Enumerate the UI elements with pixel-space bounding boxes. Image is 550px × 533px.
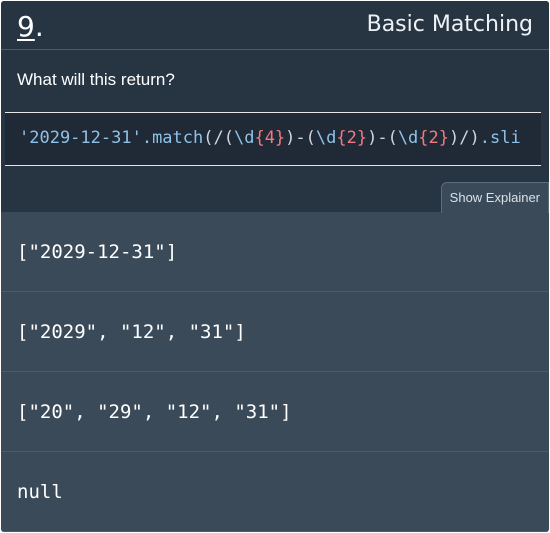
code-token: '2029-12-31' xyxy=(19,128,142,148)
answer-option-label: ["2029-12-31"] xyxy=(17,241,178,263)
code-token: )-( xyxy=(367,128,398,148)
code-token: \d xyxy=(233,128,255,148)
answer-option-label: null xyxy=(17,481,63,503)
code-token: )/) xyxy=(449,128,480,148)
question-prompt: What will this return? xyxy=(17,70,175,89)
code-token: )-( xyxy=(285,128,316,148)
code-token: {2} xyxy=(336,128,368,148)
answer-option[interactable]: ["2029", "12", "31"] xyxy=(1,292,549,372)
question-section: What will this return? '2029-12-31'.matc… xyxy=(1,50,549,213)
code-token: .sli xyxy=(479,128,521,148)
show-explainer-button[interactable]: Show Explainer xyxy=(440,182,549,213)
question-number-dot: . xyxy=(34,10,44,43)
answer-option-label: ["2029", "12", "31"] xyxy=(17,321,246,343)
code-token: (/( xyxy=(203,128,234,148)
code-line: '2029-12-31'.match(/(\d{4})-(\d{2})-(\d{… xyxy=(19,127,521,149)
code-block: '2029-12-31'.match(/(\d{4})-(\d{2})-(\d{… xyxy=(5,112,541,166)
answer-option[interactable]: ["20", "29", "12", "31"] xyxy=(1,372,549,452)
quiz-header: 9. Basic Matching xyxy=(1,1,549,50)
question-number-value: 9 xyxy=(17,10,35,43)
answer-list: ["2029-12-31"] ["2029", "12", "31"] ["20… xyxy=(1,212,549,532)
code-token: {4} xyxy=(254,128,286,148)
answer-option[interactable]: ["2029-12-31"] xyxy=(1,212,549,292)
answer-option[interactable]: null xyxy=(1,452,549,532)
answer-option-label: ["20", "29", "12", "31"] xyxy=(17,401,292,423)
code-token: \d xyxy=(315,128,337,148)
question-number: 9. xyxy=(17,9,44,45)
code-token: .match xyxy=(141,128,204,148)
quiz-card: 9. Basic Matching What will this return?… xyxy=(1,1,549,532)
code-token: \d xyxy=(397,128,419,148)
code-token: {2} xyxy=(418,128,450,148)
quiz-title: Basic Matching xyxy=(366,12,533,37)
